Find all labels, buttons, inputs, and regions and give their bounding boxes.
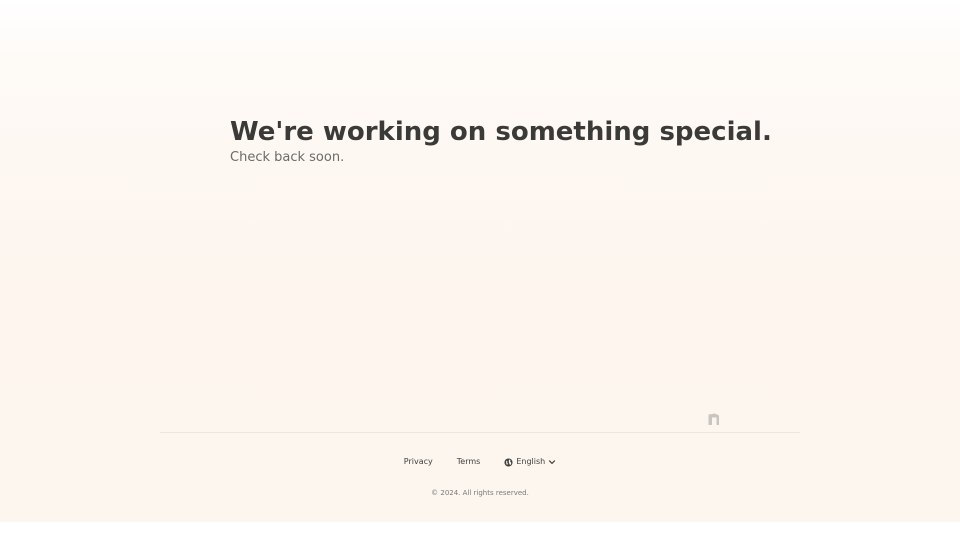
globe-icon (504, 457, 513, 467)
maintenance-page: We're working on something special. Chec… (0, 0, 960, 522)
hero-section: We're working on something special. Chec… (230, 114, 772, 166)
chevron-down-icon (548, 458, 556, 466)
footer-divider (160, 432, 800, 433)
privacy-link[interactable]: Privacy (404, 455, 433, 469)
language-selector[interactable]: English (504, 455, 556, 469)
brand-logo-icon[interactable] (707, 411, 721, 425)
page-subtitle: Check back soon. (230, 150, 345, 165)
footer-nav: Privacy Terms English (0, 455, 960, 469)
page-title: We're working on something special. (230, 117, 772, 147)
language-selected-label: English (516, 457, 546, 466)
copyright-text: © 2024. All rights reserved. (431, 489, 529, 497)
terms-link[interactable]: Terms (457, 455, 481, 469)
